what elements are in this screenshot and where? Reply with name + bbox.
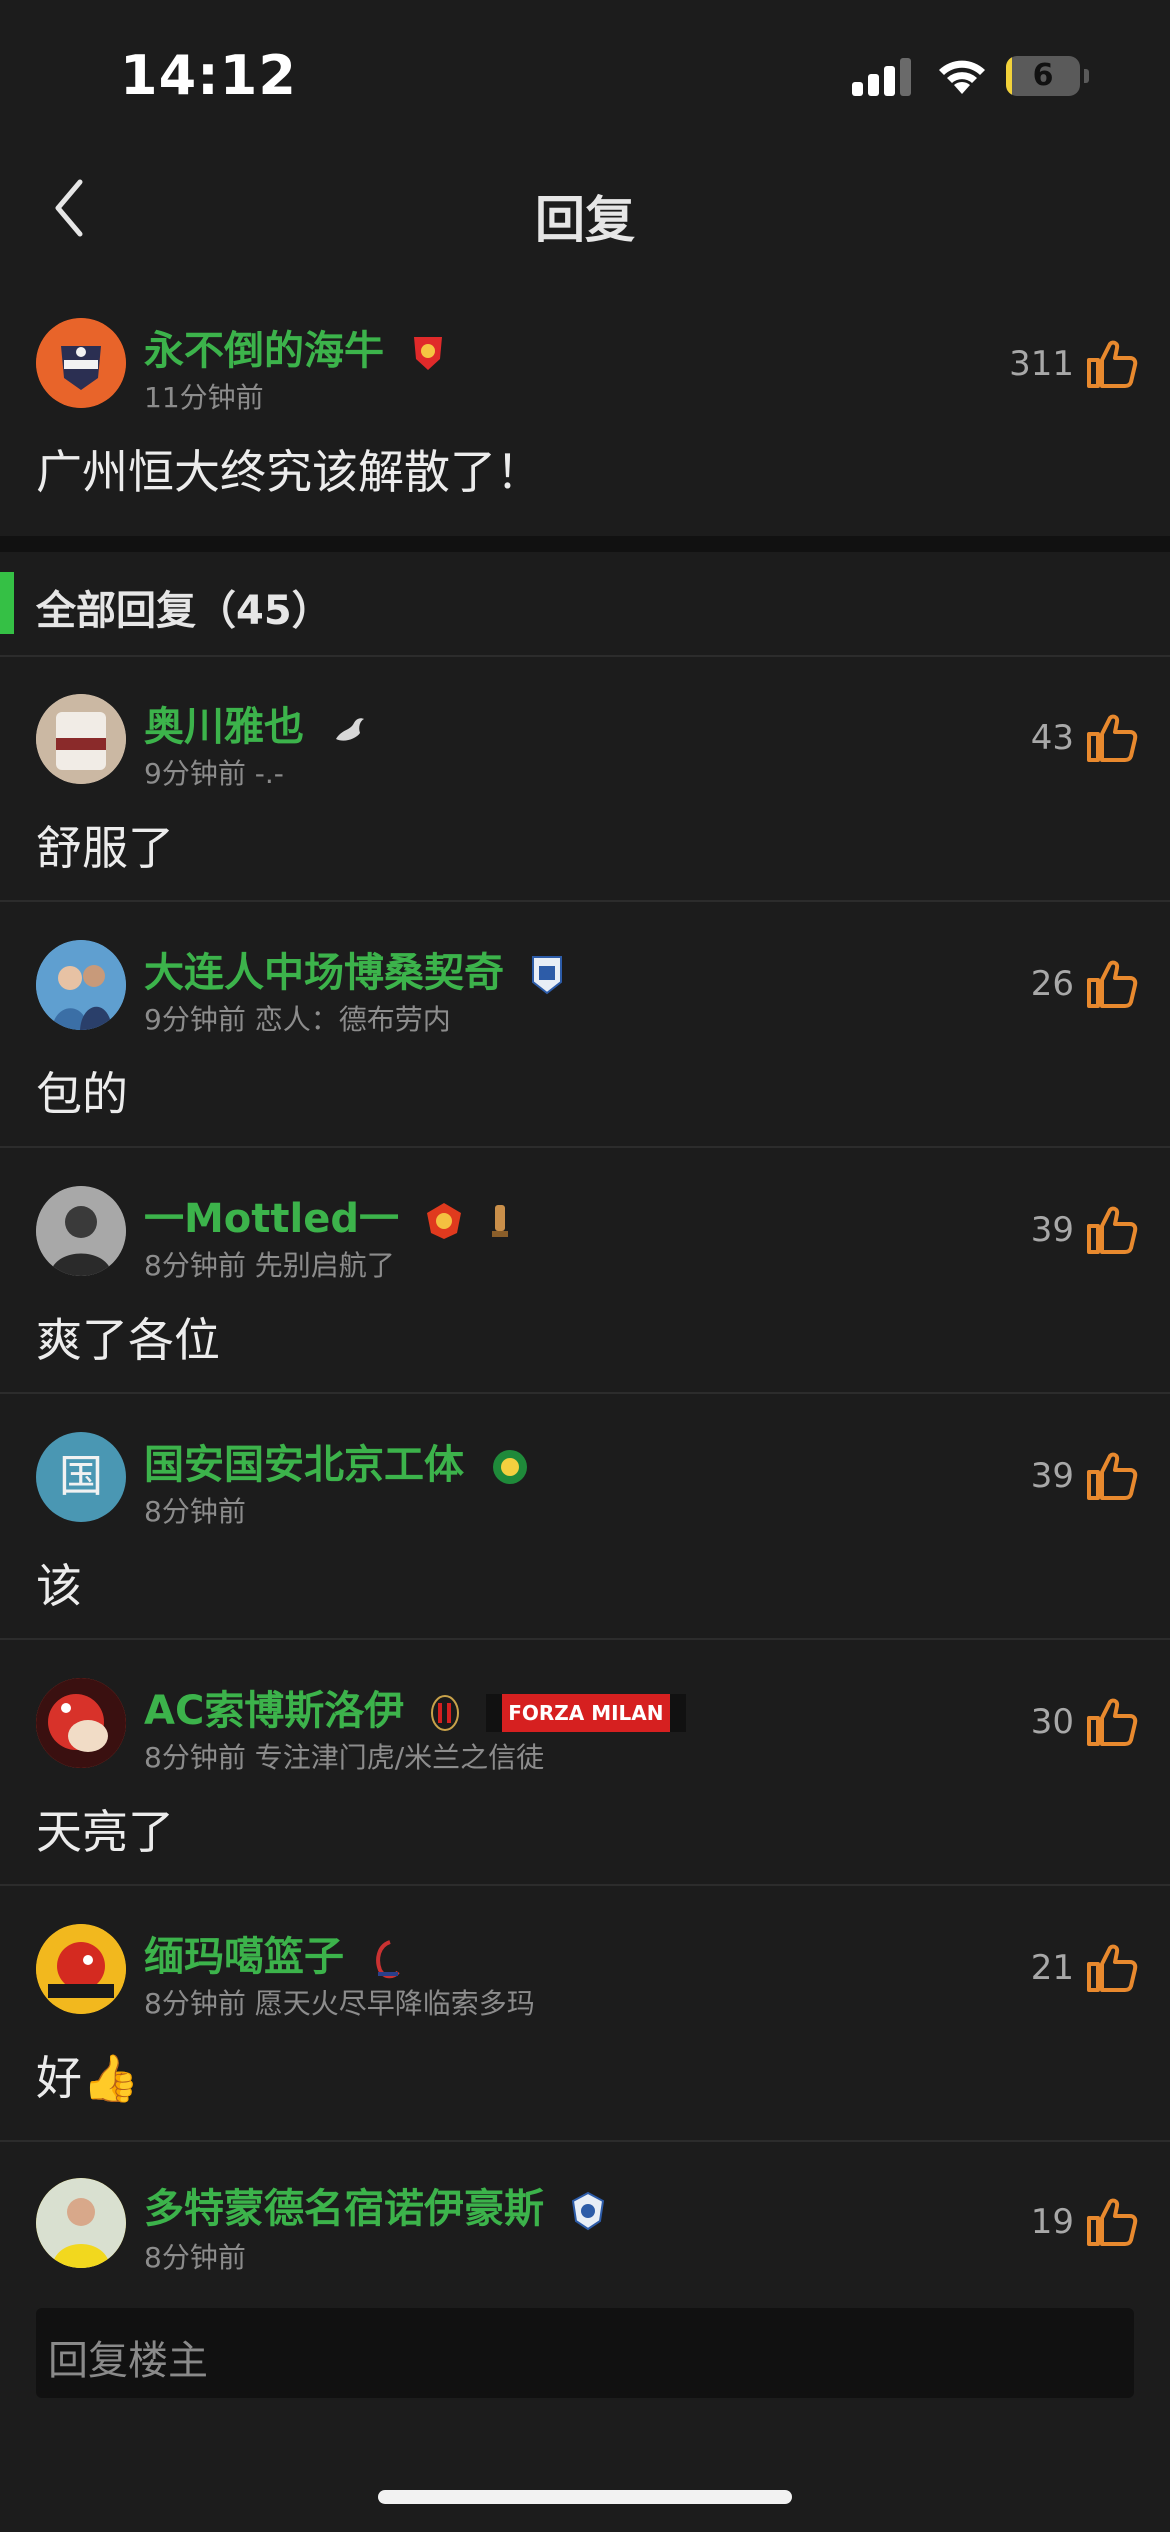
thumbs-up-icon[interactable]	[1086, 958, 1138, 1010]
reply-item: 多特蒙德名宿诺伊豪斯 8分钟前 19	[0, 2142, 1170, 2302]
reply-content: 舒服了	[36, 821, 174, 875]
like-count: 19	[1030, 2202, 1074, 2242]
like-count: 21	[1030, 1948, 1074, 1988]
section-accent	[0, 572, 14, 634]
reply-content: 爽了各位	[36, 1313, 220, 1367]
thumbs-up-icon[interactable]	[1086, 712, 1138, 764]
battery-icon: 6	[1006, 56, 1090, 96]
avatar[interactable]: 国	[36, 1432, 126, 1522]
reply-input[interactable]: 回复楼主	[36, 2308, 1134, 2398]
trophy-icon	[491, 1205, 508, 1237]
thumbs-up-icon[interactable]	[1086, 2196, 1138, 2248]
thumbs-up-icon[interactable]	[1086, 1204, 1138, 1256]
like-count: 26	[1030, 964, 1074, 1004]
main-post: 永不倒的海牛 11分钟前 311 广州恒大终究该解散了！	[0, 300, 1170, 536]
thumbs-up-icon[interactable]	[1086, 1942, 1138, 1994]
reply-meta: 9分钟前 -.-	[144, 757, 284, 790]
section-divider	[0, 536, 1170, 552]
team-badge-icon	[492, 1450, 527, 1484]
username[interactable]: 多特蒙德名宿诺伊豪斯	[144, 2176, 606, 2234]
avatar[interactable]	[36, 318, 126, 408]
swan-badge-icon	[335, 718, 364, 741]
team-badge-icon	[571, 2191, 605, 2231]
rooster-logo-icon	[36, 1924, 126, 2014]
like-count: 39	[1030, 1210, 1074, 1250]
avatar[interactable]	[36, 1678, 126, 1768]
username[interactable]: 缅玛噶篮子	[144, 1924, 404, 1982]
username[interactable]: 国安国安北京工体	[144, 1432, 530, 1490]
wifi-icon	[939, 60, 985, 94]
player-photo-icon	[36, 2178, 126, 2268]
reply-item: 国 国安国安北京工体 8分钟前 39 该	[0, 1394, 1170, 1638]
avatar[interactable]	[36, 2178, 126, 2268]
like-count: 311	[1009, 344, 1074, 384]
reply-meta: 8分钟前 先别启航了	[144, 1249, 395, 1282]
reply-content: 好👍	[36, 2051, 140, 2105]
like-count: 43	[1030, 718, 1074, 758]
reply-placeholder: 回复楼主	[48, 2338, 208, 2384]
reply-content: 包的	[36, 1067, 128, 1121]
milan-badge-icon	[431, 1695, 460, 1731]
reply-content: 天亮了	[36, 1805, 174, 1859]
reply-meta: 8分钟前 专注津门虎/米兰之信徒	[144, 1741, 545, 1774]
like-count: 30	[1030, 1702, 1074, 1742]
thumbs-up-icon[interactable]	[1086, 1696, 1138, 1748]
reply-item: 奥川雅也 9分钟前 -.- 43 舒服了	[0, 656, 1170, 900]
reply-meta: 8分钟前	[144, 1495, 246, 1528]
like-count: 39	[1030, 1456, 1074, 1496]
team-badge-icon	[413, 337, 442, 370]
username[interactable]: 永不倒的海牛	[144, 318, 446, 376]
post-content: 广州恒大终究该解散了！	[36, 445, 542, 499]
reply-item: 缅玛噶篮子 8分钟前 愿天火尽早降临索多玛 21 好👍	[0, 1886, 1170, 2140]
cup-photo-icon	[36, 694, 126, 784]
team-badge-icon	[376, 1940, 400, 1979]
avatar[interactable]	[36, 694, 126, 784]
avatar[interactable]	[36, 940, 126, 1030]
battery-level: 6	[1032, 58, 1054, 93]
cartoon-avatar-icon	[36, 1678, 126, 1768]
reply-item: 大连人中场博桑契奇 9分钟前 恋人：德布劳内 26 包的	[0, 902, 1170, 1146]
couple-photo-icon	[36, 940, 126, 1030]
forza-milan-scarf: FORZA MILAN	[486, 1694, 686, 1732]
thumbs-up-icon[interactable]	[1086, 338, 1138, 390]
reply-meta: 9分钟前 恋人：德布劳内	[144, 1003, 451, 1036]
reply-content: 该	[36, 1559, 82, 1613]
thumbs-up-icon[interactable]	[1086, 1450, 1138, 1502]
avatar[interactable]	[36, 1924, 126, 2014]
person-photo-icon	[36, 1186, 126, 1276]
status-time: 14:12	[120, 44, 297, 107]
home-indicator[interactable]	[378, 2490, 792, 2504]
avatar-letter: 国	[59, 1451, 103, 1502]
club-crest-icon	[36, 318, 126, 408]
status-bar: 14:12 6	[0, 0, 1170, 150]
section-header: 全部回复（45）	[0, 570, 1170, 640]
reply-meta: 8分钟前	[144, 2241, 246, 2274]
nav-bar: 回复	[0, 150, 1170, 270]
team-badge-icon	[426, 1203, 461, 1239]
avatar[interactable]	[36, 1186, 126, 1276]
post-time: 11分钟前	[144, 381, 264, 414]
reply-item: 一Mottled一 8分钟前 先别启航了 39 爽了各位	[0, 1148, 1170, 1392]
username[interactable]: AC索博斯洛伊 FORZA MILAN	[144, 1678, 686, 1736]
team-badge-icon	[531, 956, 562, 995]
signal-icon	[852, 58, 911, 96]
username[interactable]: 奥川雅也	[144, 694, 370, 752]
reply-meta: 8分钟前 愿天火尽早降临索多玛	[144, 1987, 535, 2020]
username[interactable]: 大连人中场博桑契奇	[144, 940, 564, 998]
reply-item: AC索博斯洛伊 FORZA MILAN 8分钟前 专注津门虎/米兰之信徒 30 …	[0, 1640, 1170, 1884]
page-title: 回复	[535, 191, 635, 249]
username[interactable]: 一Mottled一	[144, 1186, 511, 1244]
section-title: 全部回复（45）	[36, 588, 332, 634]
